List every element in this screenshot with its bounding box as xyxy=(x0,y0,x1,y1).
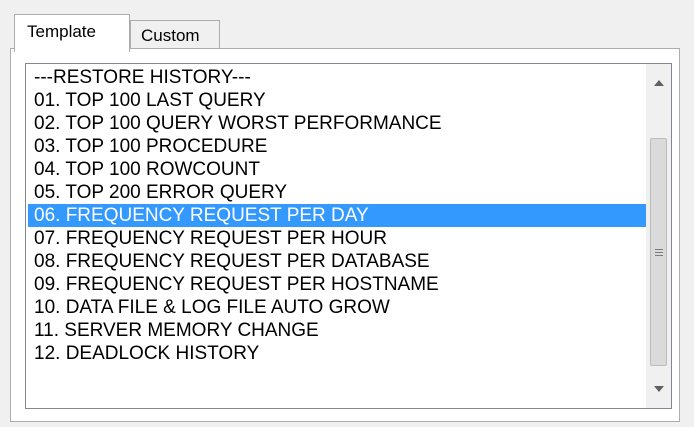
list-item[interactable]: 08. FREQUENCY REQUEST PER DATABASE xyxy=(28,250,648,273)
grip-icon xyxy=(654,248,663,256)
tab-template[interactable]: Template xyxy=(14,14,130,52)
chevron-down-icon xyxy=(654,386,664,392)
list-item[interactable]: 01. TOP 100 LAST QUERY xyxy=(28,89,648,112)
tab-custom[interactable]: Custom xyxy=(130,20,220,50)
list-item[interactable]: 05. TOP 200 ERROR QUERY xyxy=(28,181,648,204)
list-item[interactable]: ---RESTORE HISTORY--- xyxy=(28,66,648,89)
list-item-selected[interactable]: 06. FREQUENCY REQUEST PER DAY xyxy=(28,204,648,227)
list-item[interactable]: 11. SERVER MEMORY CHANGE xyxy=(28,319,648,342)
scroll-down-button[interactable] xyxy=(647,374,671,404)
list-item[interactable]: 12. DEADLOCK HISTORY xyxy=(28,342,648,365)
chevron-up-icon xyxy=(654,80,664,86)
query-template-list: ---RESTORE HISTORY--- 01. TOP 100 LAST Q… xyxy=(28,66,648,365)
query-template-listbox[interactable]: ---RESTORE HISTORY--- 01. TOP 100 LAST Q… xyxy=(25,63,672,409)
list-item[interactable]: 09. FREQUENCY REQUEST PER HOSTNAME xyxy=(28,273,648,296)
list-item[interactable]: 07. FREQUENCY REQUEST PER HOUR xyxy=(28,227,648,250)
list-item[interactable]: 10. DATA FILE & LOG FILE AUTO GROW xyxy=(28,296,648,319)
list-item[interactable]: 04. TOP 100 ROWCOUNT xyxy=(28,158,648,181)
list-item[interactable]: 02. TOP 100 QUERY WORST PERFORMANCE xyxy=(28,112,648,135)
list-item[interactable]: 03. TOP 100 PROCEDURE xyxy=(28,135,648,158)
scroll-up-button[interactable] xyxy=(647,68,671,98)
tab-panel-template: ---RESTORE HISTORY--- 01. TOP 100 LAST Q… xyxy=(10,48,680,422)
tab-custom-label: Custom xyxy=(141,26,200,45)
scroll-thumb[interactable] xyxy=(650,138,667,366)
tab-template-label: Template xyxy=(27,22,96,41)
tab-strip: Template Custom xyxy=(14,14,314,52)
vertical-scrollbar[interactable] xyxy=(646,64,671,408)
